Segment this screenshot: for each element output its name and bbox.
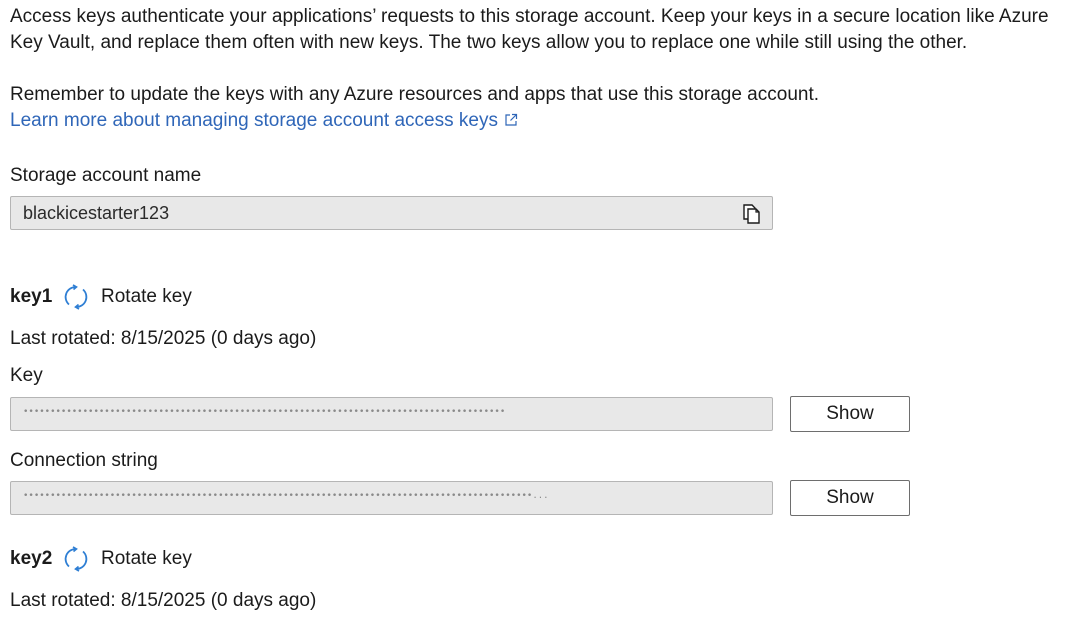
copy-button[interactable] [740, 203, 762, 225]
rotate-icon[interactable] [63, 546, 89, 572]
key1-connection-string-label: Connection string [10, 450, 158, 471]
key2-last-rotated: Last rotated: 8/15/2025 (0 days ago) [10, 590, 317, 611]
key1-connection-string-field[interactable]: ••••••••••••••••••••••••••••••••••••••••… [10, 481, 773, 515]
copy-icon [743, 204, 760, 224]
key2-header: key2 [10, 547, 52, 571]
key1-key-masked-value: ••••••••••••••••••••••••••••••••••••••••… [23, 407, 506, 417]
intro-line-1: Access keys authenticate your applicatio… [10, 6, 1049, 27]
key1-show-connection-string-button[interactable]: Show [790, 480, 910, 516]
reminder-text: Remember to update the keys with any Azu… [10, 84, 820, 105]
key1-header: key1 [10, 285, 52, 309]
learn-more-label: Learn more about managing storage accoun… [10, 110, 498, 131]
storage-account-label: Storage account name [10, 165, 202, 186]
key1-title: key1 [10, 286, 53, 307]
external-link-icon [505, 113, 518, 126]
key1-connection-string-masked-value: ••••••••••••••••••••••••••••••••••••••••… [23, 491, 549, 501]
learn-more-link[interactable]: Learn more about managing storage accoun… [10, 108, 518, 134]
key2-rotate-key-button[interactable]: Rotate key [101, 547, 192, 571]
key1-key-field[interactable]: ••••••••••••••••••••••••••••••••••••••••… [10, 397, 773, 431]
storage-account-field[interactable]: blackicestarter123 [10, 196, 773, 230]
intro-text: Access keys authenticate your applicatio… [10, 4, 1049, 56]
key1-last-rotated: Last rotated: 8/15/2025 (0 days ago) [10, 328, 317, 349]
storage-account-value: blackicestarter123 [23, 203, 170, 223]
key2-title: key2 [10, 548, 53, 569]
rotate-icon[interactable] [63, 284, 89, 310]
key1-rotate-key-button[interactable]: Rotate key [101, 285, 192, 309]
intro-line-2: Key Vault, and replace them often with n… [10, 32, 968, 53]
key1-show-key-button[interactable]: Show [790, 396, 910, 432]
key1-key-label: Key [10, 365, 43, 386]
